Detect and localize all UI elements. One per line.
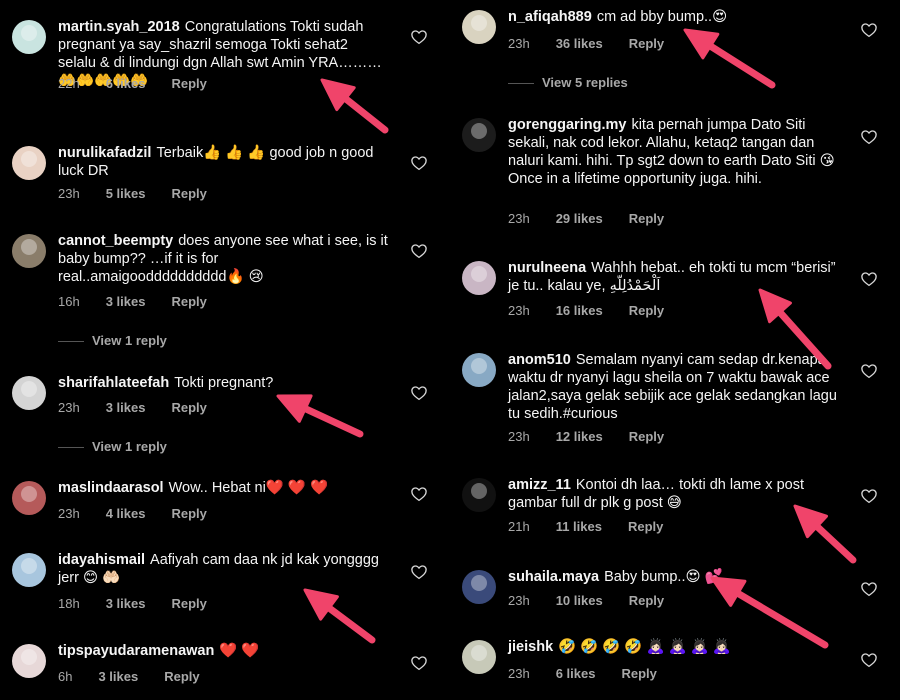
pink-arrow-icon — [320, 78, 389, 134]
pink-arrow-icon — [303, 588, 376, 644]
comments-column-left: martin.syah_2018 Congratulations Tokti su… — [0, 0, 450, 700]
pink-arrow-icon — [683, 28, 776, 89]
annotation-arrows — [683, 28, 857, 649]
pink-arrow-icon — [276, 394, 364, 438]
comments-column-right: n_afiqah889 cm ad bby bump..😍 23h 36 likes R… — [450, 0, 900, 700]
pink-arrow-icon — [710, 576, 829, 649]
pink-arrow-icon — [793, 504, 857, 564]
annotation-arrows — [276, 78, 389, 644]
pink-arrow-icon — [758, 288, 832, 370]
